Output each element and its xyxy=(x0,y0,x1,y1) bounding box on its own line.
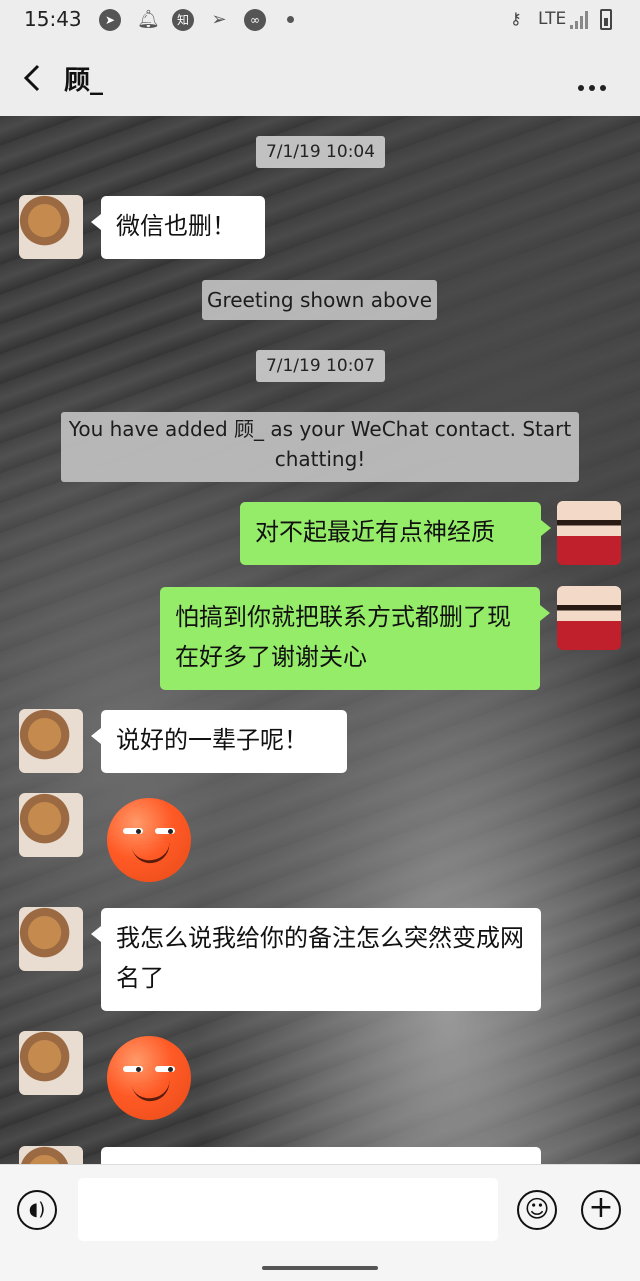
my-avatar[interactable] xyxy=(557,586,621,650)
input-bar: ◖) ☺ + xyxy=(0,1164,640,1281)
contact-avatar[interactable] xyxy=(19,195,83,259)
contact-name-title: 顾_ xyxy=(64,66,104,96)
contact-avatar[interactable] xyxy=(19,1146,83,1164)
timestamp: 7/1/19 10:04 xyxy=(256,136,385,168)
status-bar: 15:43 ➤ 🔔︎ 知 ➢ ∞ ⚷ LTE xyxy=(0,0,640,40)
my-avatar[interactable] xyxy=(557,501,621,565)
timestamp: 7/1/19 10:07 xyxy=(256,350,385,382)
contact-avatar[interactable] xyxy=(19,1031,83,1095)
battery-icon xyxy=(600,9,612,30)
notification-bell-icon: 🔔︎ xyxy=(137,9,160,30)
emoji-icon[interactable]: ☺ xyxy=(517,1190,557,1230)
system-message: You have added 顾_ as your WeChat contact… xyxy=(61,412,579,482)
status-time: 15:43 xyxy=(24,7,82,31)
zhihu-icon: 知 xyxy=(172,9,194,31)
network-type: LTE xyxy=(538,9,567,29)
telegram-icon: ➤ xyxy=(99,9,121,31)
vpn-key-icon: ⚷ xyxy=(510,9,522,28)
more-dots-icon[interactable] xyxy=(578,76,614,91)
smirk-emoji-sticker[interactable] xyxy=(107,1036,191,1120)
home-indicator[interactable] xyxy=(262,1266,378,1270)
received-message-bubble[interactable] xyxy=(101,1147,541,1164)
received-message-bubble[interactable]: 微信也删！ xyxy=(91,196,265,259)
chevron-left-icon[interactable] xyxy=(22,64,42,92)
system-message: Greeting shown above xyxy=(202,280,437,320)
voice-icon[interactable]: ◖) xyxy=(17,1190,57,1230)
smirk-emoji-sticker[interactable] xyxy=(107,798,191,882)
contact-avatar[interactable] xyxy=(19,709,83,773)
received-message-bubble[interactable]: 说好的一辈子呢！ xyxy=(91,710,347,773)
loop-icon: ∞ xyxy=(244,9,266,31)
sent-message-bubble[interactable]: 怕搞到你就把联系方式都删了现在好多了谢谢关心 xyxy=(160,587,550,690)
chat-area[interactable]: 7/1/19 10:04 微信也删！ Greeting shown above … xyxy=(0,116,640,1164)
contact-avatar[interactable] xyxy=(19,793,83,857)
chat-header: 顾_ xyxy=(0,40,640,116)
signal-icon xyxy=(570,11,588,29)
received-message-bubble[interactable]: 我怎么说我给你的备注怎么突然变成网名了 xyxy=(91,908,541,1011)
sent-message-bubble[interactable]: 对不起最近有点神经质 xyxy=(240,502,551,565)
status-dot-icon xyxy=(287,16,294,23)
plus-icon[interactable]: + xyxy=(581,1190,621,1230)
message-input[interactable] xyxy=(78,1178,498,1241)
contact-avatar[interactable] xyxy=(19,907,83,971)
send-arrow-icon: ➢ xyxy=(211,9,227,30)
